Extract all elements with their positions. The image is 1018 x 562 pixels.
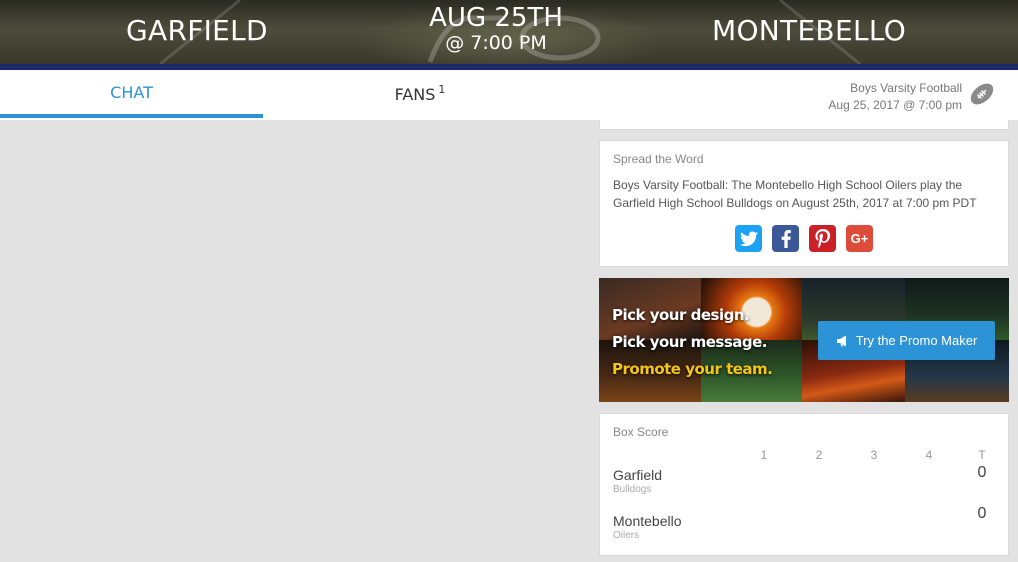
tab-chat-label: CHAT xyxy=(110,82,153,102)
facebook-icon xyxy=(781,229,791,248)
box-score-row: Montebello Oilers xyxy=(613,513,682,541)
twitter-share-button[interactable] xyxy=(735,225,762,252)
promo-line-1: Pick your design. xyxy=(612,306,750,324)
promo-button-label: Try the Promo Maker xyxy=(855,333,978,348)
game-date-day: AUG 25TH xyxy=(429,3,563,33)
pinterest-share-button[interactable] xyxy=(809,225,836,252)
period-header: 4 xyxy=(925,448,933,462)
tab-fans[interactable]: FANS 1 xyxy=(290,70,550,118)
box-score-title: Box Score xyxy=(613,425,669,439)
period-header: 1 xyxy=(760,448,768,462)
home-team-name: GARFIELD xyxy=(126,14,268,47)
spread-the-word-card: Spread the Word Boys Varsity Football: T… xyxy=(599,140,1009,267)
spread-text: Boys Varsity Football: The Montebello Hi… xyxy=(613,178,977,210)
google-plus-icon: G+ xyxy=(850,231,869,246)
box-team-total: 0 xyxy=(977,464,987,481)
box-team-total: 0 xyxy=(977,505,987,522)
fans-count-badge: 1 xyxy=(438,82,446,96)
tab-bar: CHAT FANS 1 Boys Varsity Football Aug 25,… xyxy=(0,70,1018,120)
twitter-icon xyxy=(739,231,758,246)
total-header: T xyxy=(978,448,986,462)
game-sport: Boys Varsity Football xyxy=(850,81,962,95)
promo-tagline: Pick your design. Pick your message. Pro… xyxy=(612,302,773,383)
try-promo-maker-button[interactable]: Try the Promo Maker xyxy=(818,321,995,360)
box-team-mascot: Bulldogs xyxy=(613,484,652,495)
google-plus-share-button[interactable]: G+ xyxy=(846,225,873,252)
period-header: 3 xyxy=(870,448,878,462)
away-team-name: MONTEBELLO xyxy=(712,14,907,47)
game-date: AUG 25TH @ 7:00 PM xyxy=(400,3,592,53)
game-datetime: Aug 25, 2017 @ 7:00 pm xyxy=(828,98,962,112)
game-time: @ 7:00 PM xyxy=(445,32,547,54)
promo-line-2: Pick your message. xyxy=(612,333,768,351)
period-header: 2 xyxy=(815,448,823,462)
pinterest-icon xyxy=(814,229,830,248)
box-score-header: 1 2 3 4 T xyxy=(600,448,1010,462)
box-score-row: Garfield Bulldogs xyxy=(613,467,662,495)
share-buttons: G+ xyxy=(735,225,873,252)
box-team-mascot: Oilers xyxy=(613,530,640,541)
box-score-card: Box Score 1 2 3 4 T Garfield Bulldogs 0 … xyxy=(599,413,1009,556)
box-team-name: Montebello xyxy=(613,513,682,529)
promo-banner[interactable]: Pick your design. Pick your message. Pro… xyxy=(599,278,1009,402)
tab-chat[interactable]: CHAT xyxy=(0,70,263,118)
promo-line-3: Promote your team. xyxy=(612,360,773,378)
football-icon xyxy=(970,83,994,105)
game-header: GARFIELD AUG 25TH @ 7:00 PM MONTEBELLO xyxy=(0,0,1018,64)
megaphone-icon xyxy=(836,335,846,346)
previous-card-edge xyxy=(599,120,1009,130)
game-info: Boys Varsity Football Aug 25, 2017 @ 7:0… xyxy=(828,80,962,114)
tab-fans-label: FANS xyxy=(394,84,436,104)
box-team-name: Garfield xyxy=(613,467,663,483)
facebook-share-button[interactable] xyxy=(772,225,799,252)
spread-title: Spread the Word xyxy=(613,152,704,166)
